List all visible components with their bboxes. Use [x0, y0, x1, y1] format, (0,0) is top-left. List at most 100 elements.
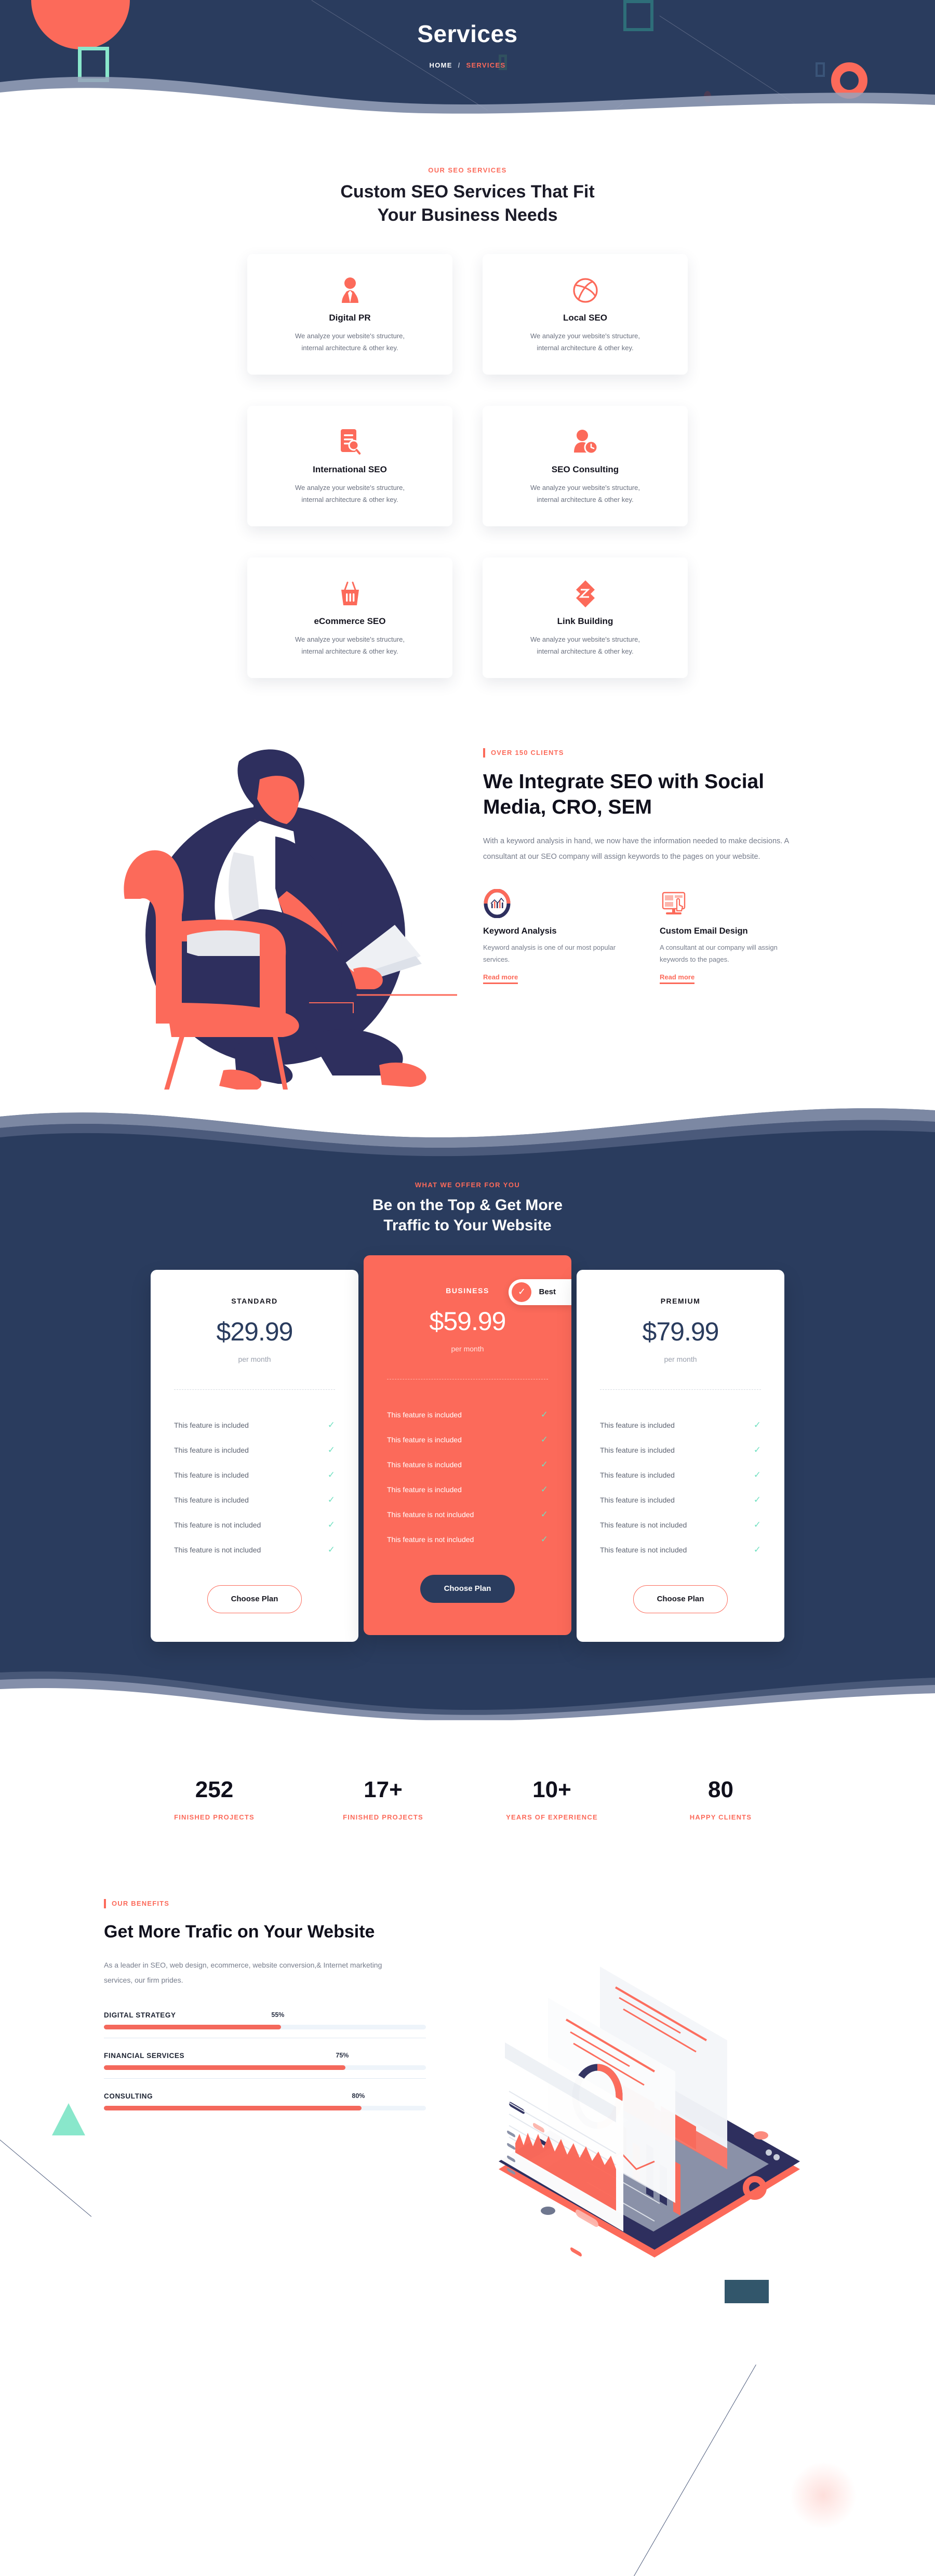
stat-value: 17+ [364, 1776, 403, 1802]
service-card-desc-line2: internal architecture & other key. [301, 647, 398, 655]
stat-label: HAPPY CLIENTS [689, 1813, 752, 1821]
breadcrumb-home[interactable]: HOME [430, 61, 452, 69]
man-with-laptop-illustration [104, 733, 462, 1091]
service-card-title: Local SEO [563, 313, 608, 323]
pricing-eyebrow: WHAT WE OFFER FOR YOU [415, 1180, 520, 1189]
best-badge: ✓ Best [509, 1279, 571, 1305]
plan-feature-label: This feature is included [600, 1495, 675, 1504]
plan-feature-label: This feature is not included [600, 1545, 687, 1554]
plan-feature-label: This feature is included [387, 1410, 462, 1419]
link-chain-icon [574, 578, 597, 610]
skill-bar-label: DIGITAL STRATEGY [104, 2011, 176, 2019]
dribbble-ball-icon [572, 274, 598, 307]
skill-bar: FINANCIAL SERVICES 75% [104, 2047, 426, 2079]
hero-wave-divider [0, 76, 935, 117]
user-tie-icon [338, 274, 362, 307]
plan-feature-row: This feature is not included ✓ [600, 1537, 761, 1562]
choose-plan-button[interactable]: Choose Plan [633, 1585, 728, 1613]
skill-bar: CONSULTING 80% [104, 2087, 426, 2119]
read-more-link[interactable]: Read more [660, 973, 695, 984]
plan-feature-row: This feature is included ✓ [600, 1463, 761, 1488]
integrate-paragraph: With a keyword analysis in hand, we now … [483, 837, 789, 861]
check-icon: ✓ [540, 1534, 548, 1544]
service-card[interactable]: eCommerce SEO We analyze your website's … [247, 557, 452, 678]
plan-feature-row: This feature is not included ✓ [174, 1512, 335, 1537]
plan-feature-row: This feature is included ✓ [387, 1402, 548, 1427]
stat-label: FINISHED PROJECTS [343, 1813, 423, 1821]
service-card-desc: We analyze your website's structure, int… [530, 482, 640, 506]
plan-divider [600, 1389, 761, 1390]
services-eyebrow: OUR SEO SERVICES [428, 166, 507, 174]
service-card-desc-line1: We analyze your website's structure, [530, 484, 640, 492]
skill-bar-head: FINANCIAL SERVICES 75% [104, 2052, 426, 2060]
decor-mint-triangle [52, 2103, 85, 2135]
service-card-desc-line1: We analyze your website's structure, [295, 332, 405, 340]
plan-feature-label: This feature is not included [174, 1520, 261, 1529]
stat-value: 80 [708, 1776, 733, 1802]
pricing-card-standard: STANDARD $29.99 per month This feature i… [151, 1269, 358, 1642]
services-section: OUR SEO SERVICES Custom SEO Services Tha… [0, 117, 935, 678]
breadcrumb: HOME / SERVICES [0, 61, 935, 69]
service-card[interactable]: International SEO We analyze your websit… [247, 405, 452, 526]
check-icon: ✓ [540, 1484, 548, 1494]
plan-price: $79.99 [642, 1317, 719, 1346]
decor-teal-rect [725, 2279, 769, 2303]
plan-feature-label: This feature is included [174, 1445, 249, 1454]
plan-feature-label: This feature is included [600, 1470, 675, 1479]
plan-feature-label: This feature is included [174, 1470, 249, 1479]
plan-feature-label: This feature is included [387, 1435, 462, 1444]
skill-bar-percent: 80% [352, 2092, 365, 2100]
plan-feature-row: This feature is included ✓ [600, 1488, 761, 1512]
decor-coral-glow [790, 2461, 857, 2529]
service-card-desc-line2: internal architecture & other key. [301, 495, 398, 503]
service-card-title: Digital PR [329, 313, 371, 323]
integrate-feature: Custom Email Design A consultant at our … [660, 888, 795, 984]
service-card[interactable]: Link Building We analyze your website's … [483, 557, 688, 678]
service-cards-grid: Digital PR We analyze your website's str… [130, 227, 805, 678]
stat-item: 17+ FINISHED PROJECTS [299, 1777, 468, 1821]
plan-name: STANDARD [231, 1296, 278, 1305]
check-icon: ✓ [753, 1494, 761, 1505]
plan-feature-row: This feature is included ✓ [387, 1452, 548, 1477]
plan-feature-row: This feature is not included ✓ [600, 1512, 761, 1537]
service-card-desc: We analyze your website's structure, int… [295, 330, 405, 354]
plan-price: $29.99 [216, 1317, 293, 1346]
skill-bar-track [104, 2065, 426, 2070]
integrate-feature-desc: Keyword analysis is one of our most popu… [483, 943, 616, 964]
skill-bar-label: CONSULTING [104, 2092, 153, 2100]
service-card[interactable]: SEO Consulting We analyze your website's… [483, 405, 688, 526]
tagline-bar [483, 748, 485, 758]
service-card-desc: We analyze your website's structure, int… [530, 330, 640, 354]
tagline-text: OVER 150 CLIENTS [491, 749, 564, 757]
service-card-desc: We analyze your website's structure, int… [295, 482, 405, 506]
skill-bar-track [104, 2024, 426, 2029]
services-page: Services HOME / SERVICES OUR SEO SERVICE… [0, 0, 935, 2576]
skill-bar-head: CONSULTING 80% [104, 2092, 426, 2100]
skill-bar-fill [104, 2024, 281, 2029]
skill-bar-head: DIGITAL STRATEGY 55% [104, 2011, 426, 2019]
pricing-title: Be on the Top & Get More Traffic to Your… [0, 1195, 935, 1236]
check-icon: ✓ [327, 1519, 335, 1530]
benefits-copy: OUR BENEFITS Get More Trafic on Your Web… [104, 1898, 426, 2127]
integrate-features: Keyword Analysis Keyword analysis is one… [483, 888, 831, 984]
pricing-plans: STANDARD $29.99 per month This feature i… [135, 1255, 800, 1642]
donut-chart-icon [483, 888, 618, 918]
choose-plan-button[interactable]: Choose Plan [420, 1574, 515, 1603]
service-card-title: Link Building [557, 616, 613, 626]
plan-feature-row: This feature is included ✓ [387, 1427, 548, 1452]
plan-period: per month [451, 1344, 484, 1353]
plan-feature-list: This feature is included ✓ This feature i… [600, 1413, 761, 1562]
decor-coral-ring-pricing [743, 2175, 767, 2200]
breadcrumb-separator: / [458, 61, 461, 69]
service-card[interactable]: Local SEO We analyze your website's stru… [483, 254, 688, 375]
stat-label: YEARS OF EXPERIENCE [506, 1813, 598, 1821]
read-more-link[interactable]: Read more [483, 973, 518, 984]
service-card-title: International SEO [313, 464, 387, 474]
plan-feature-row: This feature is included ✓ [174, 1463, 335, 1488]
integrate-feature-title: Custom Email Design [660, 926, 748, 936]
plan-feature-label: This feature is not included [174, 1545, 261, 1554]
service-card[interactable]: Digital PR We analyze your website's str… [247, 254, 452, 375]
stat-value: 252 [195, 1776, 234, 1802]
choose-plan-button[interactable]: Choose Plan [207, 1585, 302, 1613]
service-card-desc-line1: We analyze your website's structure, [295, 484, 405, 492]
